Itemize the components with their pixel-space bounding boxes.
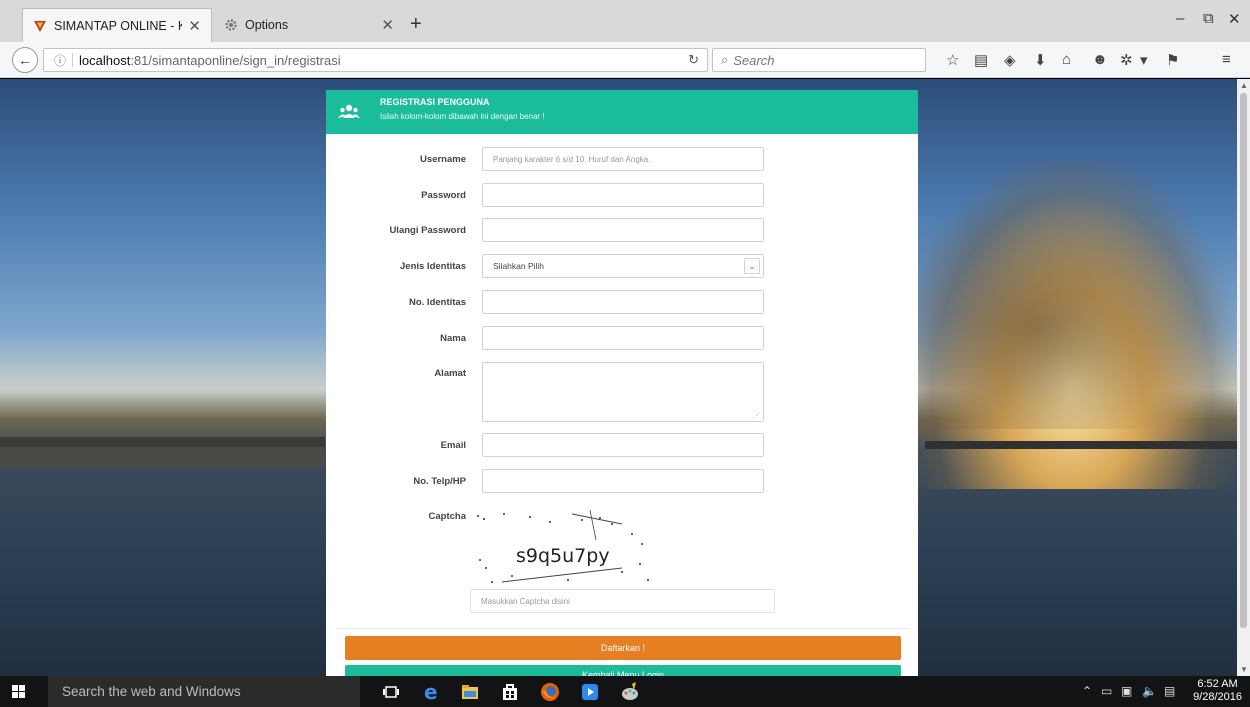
taskbar-search-input[interactable]: Search the web and Windows <box>48 676 360 707</box>
network-icon[interactable]: ▣ <box>1121 684 1132 698</box>
captcha-input[interactable]: Masukkan Captcha disini <box>470 589 775 613</box>
panel-subtitle: Isilah kolom-kolom dibawah ini dengan be… <box>380 112 545 121</box>
address-textarea[interactable]: ⋰ <box>482 362 764 422</box>
url-bar[interactable]: ⓘ localhost :81/simantaponline/sign_in/r… <box>43 48 708 72</box>
new-tab-button[interactable]: + <box>410 13 422 36</box>
bookmarks-list-icon[interactable]: ▤ <box>974 51 988 69</box>
tab-simantap[interactable]: SIMANTAP ONLINE - KOT... ✕ <box>22 8 212 42</box>
address-label: Alamat <box>434 368 466 379</box>
id-type-label: Jenis Identitas <box>400 261 466 272</box>
captcha-label: Captcha <box>428 511 466 522</box>
close-window-button[interactable]: ✕ <box>1228 10 1241 28</box>
confirm-password-label: Ulangi Password <box>389 225 466 236</box>
close-tab-icon[interactable]: ✕ <box>188 17 201 35</box>
bridge-left <box>0 437 325 447</box>
shore <box>0 447 325 467</box>
taskbar-search-placeholder: Search the web and Windows <box>62 684 241 699</box>
chevron-down-icon[interactable]: ⌄ <box>744 258 760 274</box>
edge-browser-icon[interactable]: e <box>421 682 441 702</box>
tab-title: Options <box>245 18 289 32</box>
clock-date: 9/28/2016 <box>1193 691 1242 703</box>
home-icon[interactable]: ⌂ <box>1062 51 1071 68</box>
scroll-down-icon[interactable]: ▼ <box>1240 665 1248 674</box>
notifications-icon[interactable]: ▤ <box>1164 684 1175 698</box>
divider <box>336 628 908 629</box>
username-placeholder: Panjang karakter 6 s/d 10. Huruf dan Ang… <box>493 154 651 164</box>
scrollbar-thumb[interactable] <box>1240 93 1247 628</box>
tab-title: SIMANTAP ONLINE - KOT... <box>54 18 183 33</box>
url-separator <box>72 53 74 67</box>
url-path: :81/simantaponline/sign_in/registrasi <box>130 52 341 68</box>
password-label: Password <box>421 190 466 201</box>
tab-options[interactable]: Options ✕ <box>214 8 404 42</box>
chevron-up-icon[interactable]: ⌃ <box>1082 684 1092 698</box>
back-to-login-button[interactable]: Kembali Menu Login <box>345 665 901 676</box>
captcha-code: s9q5u7py <box>516 545 610 567</box>
navigation-bar: ← ⓘ localhost :81/simantaponline/sign_in… <box>0 42 1250 78</box>
download-icon[interactable]: ⬇ <box>1034 51 1047 69</box>
captcha-image: s9q5u7py <box>477 510 649 583</box>
gear-icon <box>225 19 237 31</box>
url-host: localhost <box>79 52 131 68</box>
email-label: Email <box>440 440 466 451</box>
bookmark-star-icon[interactable]: ☆ <box>946 51 959 69</box>
back-button[interactable]: ← <box>12 47 38 73</box>
registration-panel: REGISTRASI PENGGUNA Isilah kolom-kolom d… <box>326 90 918 676</box>
confirm-password-input[interactable] <box>482 218 764 242</box>
username-label: Username <box>420 154 466 165</box>
close-tab-icon[interactable]: ✕ <box>381 16 394 34</box>
reload-icon[interactable]: ↻ <box>688 52 699 68</box>
battery-icon[interactable]: ▭ <box>1101 684 1112 698</box>
clock-time: 6:52 AM <box>1197 678 1238 690</box>
maximize-button[interactable]: ⧉ <box>1203 10 1214 27</box>
info-icon[interactable]: ⓘ <box>54 52 66 69</box>
paint-icon[interactable] <box>620 682 640 702</box>
resize-grip-icon[interactable]: ⋰ <box>753 412 760 420</box>
search-placeholder: Search <box>733 52 775 68</box>
shield-icon <box>34 20 46 32</box>
email-input[interactable] <box>482 433 764 457</box>
clock[interactable]: 6:52 AM 9/28/2016 <box>1193 678 1242 704</box>
users-icon <box>338 104 360 118</box>
windows-taskbar: Search the web and Windows e ⌃ ▭ ▣ 🔈 ▤ 6… <box>0 676 1250 707</box>
windows-start-icon[interactable] <box>12 685 25 698</box>
store-icon[interactable] <box>500 682 520 702</box>
phone-input[interactable] <box>482 469 764 493</box>
chat-icon[interactable]: ☻ <box>1092 51 1108 68</box>
id-number-input[interactable] <box>482 290 764 314</box>
extension-dropdown-icon[interactable]: ▾ <box>1140 51 1148 69</box>
name-label: Nama <box>440 333 466 344</box>
clouds <box>907 179 1237 429</box>
volume-icon[interactable]: 🔈 <box>1142 684 1157 698</box>
id-type-selected: Silahkan Pilih <box>493 261 545 271</box>
menu-icon[interactable]: ≡ <box>1222 51 1231 68</box>
tab-bar: SIMANTAP ONLINE - KOT... ✕ Options ✕ + –… <box>0 0 1250 42</box>
bridge-right <box>925 441 1237 449</box>
browser-search-input[interactable]: ⌕ Search <box>712 48 926 72</box>
pocket-icon[interactable]: ◈ <box>1004 51 1016 69</box>
submit-button[interactable]: Daftarkan ! <box>345 636 901 660</box>
username-input[interactable]: Panjang karakter 6 s/d 10. Huruf dan Ang… <box>482 147 764 171</box>
bird-icon[interactable]: ⚑ <box>1166 51 1179 69</box>
panel-title: REGISTRASI PENGGUNA <box>380 97 490 107</box>
name-input[interactable] <box>482 326 764 350</box>
scroll-up-icon[interactable]: ▲ <box>1240 81 1248 90</box>
task-view-icon[interactable] <box>381 682 401 702</box>
phone-label: No. Telp/HP <box>413 476 466 487</box>
minimize-button[interactable]: – <box>1176 10 1184 27</box>
file-explorer-icon[interactable] <box>460 682 480 702</box>
firefox-icon[interactable] <box>540 682 560 702</box>
password-input[interactable] <box>482 183 764 207</box>
id-type-select[interactable]: Silahkan Pilih ⌄ <box>482 254 764 278</box>
arrow-left-icon: ← <box>18 52 32 68</box>
captcha-placeholder: Masukkan Captcha disini <box>481 596 570 606</box>
search-icon: ⌕ <box>721 52 729 67</box>
media-player-icon[interactable] <box>580 682 600 702</box>
page-scrollbar[interactable]: ▲ ▼ <box>1237 79 1250 676</box>
page-viewport: REGISTRASI PENGGUNA Isilah kolom-kolom d… <box>0 79 1237 676</box>
extension-icon[interactable]: ✲ <box>1120 51 1133 69</box>
panel-header: REGISTRASI PENGGUNA Isilah kolom-kolom d… <box>326 90 918 134</box>
id-number-label: No. Identitas <box>408 297 466 308</box>
svg-text:e: e <box>424 682 438 702</box>
